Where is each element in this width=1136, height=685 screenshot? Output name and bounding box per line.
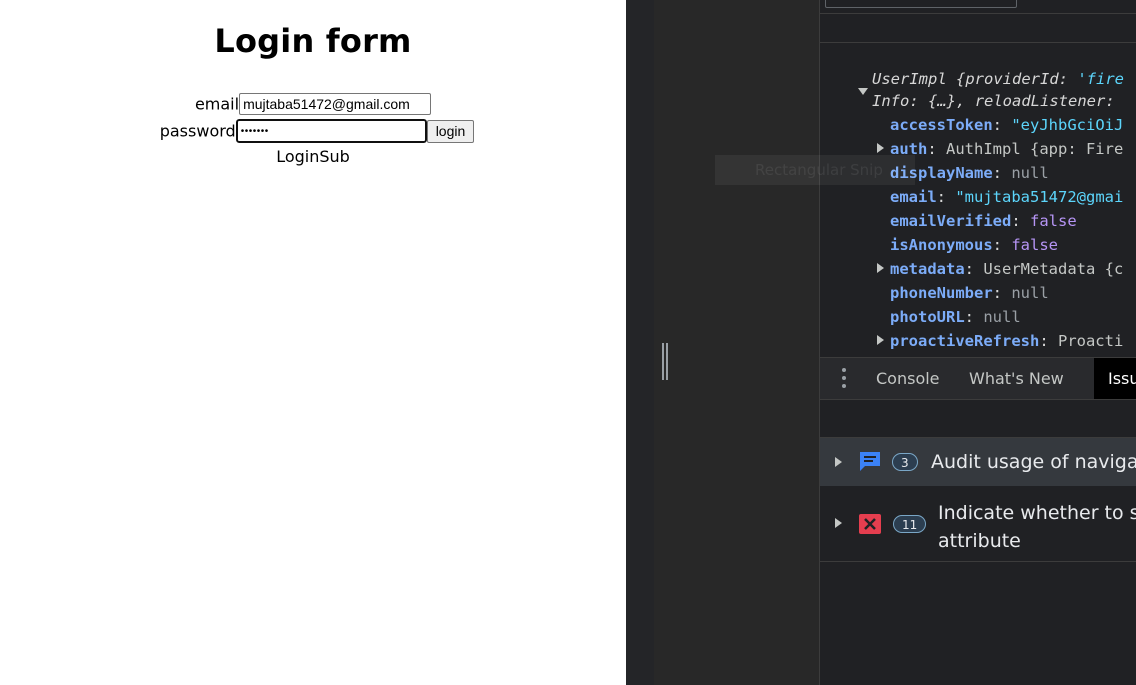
prop-proactive-refresh[interactable]: proactiveRefresh: Proacti <box>890 330 1123 352</box>
info-value: {…}, <box>928 92 966 110</box>
issue-title: Indicate whether to se attribute <box>938 499 1136 555</box>
info-key: Info: <box>872 92 919 110</box>
prop-key: proactiveRefresh <box>890 332 1040 350</box>
prop-value: null <box>983 308 1021 326</box>
snip-tool-overlay: Rectangular Snip <box>715 155 915 185</box>
email-input[interactable] <box>239 93 432 115</box>
prop-key: phoneNumber <box>890 284 993 302</box>
login-sub-text: LoginSub <box>276 147 350 166</box>
email-row: email <box>0 93 626 115</box>
prop-value: false <box>1011 236 1058 254</box>
prop-key: email <box>890 188 937 206</box>
issue-title-line: Indicate whether to se <box>938 502 1136 524</box>
filter-input[interactable] <box>825 0 1017 8</box>
divider <box>820 13 1136 14</box>
expand-triangle-right-icon[interactable] <box>877 263 884 273</box>
prop-metadata[interactable]: metadata: UserMetadata {c <box>890 258 1123 280</box>
prop-key: metadata <box>890 260 965 278</box>
prop-access-token[interactable]: accessToken: "eyJhbGciOiJ <box>890 114 1123 136</box>
email-label: email <box>194 94 240 114</box>
panel-splitter[interactable] <box>654 0 820 685</box>
login-button[interactable]: login <box>426 119 475 143</box>
provider-value: 'fire <box>1077 70 1125 88</box>
expand-triangle-right-icon[interactable] <box>835 457 842 467</box>
page-title: Login form <box>214 22 412 60</box>
issue-row[interactable]: 11 Indicate whether to se attribute <box>820 487 1136 562</box>
devtools-panel: UserImpl {providerId: 'fire Info: {…}, r… <box>626 0 1136 685</box>
prop-value: false <box>1030 212 1077 230</box>
prop-key: emailVerified <box>890 212 1012 230</box>
prop-value: null <box>1011 164 1049 182</box>
issue-title-line: attribute <box>938 530 1021 552</box>
drag-handle-icon[interactable] <box>662 343 668 380</box>
password-row: password login <box>0 118 626 144</box>
prop-value: null <box>1011 284 1049 302</box>
drawer-tab-bar: Console What's New Issu <box>820 357 1136 400</box>
object-class-name: UserImpl <box>872 70 947 88</box>
login-page: Login form email password login LoginSub <box>0 0 626 685</box>
expand-triangle-right-icon[interactable] <box>835 518 842 528</box>
tab-issues[interactable]: Issu <box>1094 358 1136 399</box>
prop-value: "eyJhbGciOiJ <box>1011 116 1124 134</box>
prop-auth[interactable]: auth: AuthImpl {app: Fire <box>890 138 1123 160</box>
object-header[interactable]: UserImpl {providerId: 'fire <box>872 68 1124 90</box>
prop-phone-number[interactable]: phoneNumber: null <box>890 282 1049 304</box>
prop-key: accessToken <box>890 116 993 134</box>
reload-listener-key: reloadListener: <box>974 92 1115 110</box>
tab-console[interactable]: Console <box>876 358 940 399</box>
divider <box>820 42 1136 43</box>
prop-key: isAnonymous <box>890 236 993 254</box>
prop-is-anonymous[interactable]: isAnonymous: false <box>890 234 1058 256</box>
prop-email-verified[interactable]: emailVerified: false <box>890 210 1077 232</box>
password-input[interactable] <box>234 118 428 144</box>
prop-value: AuthImpl {app: Fire <box>946 140 1124 158</box>
error-icon <box>858 513 882 535</box>
devtools-gutter <box>626 0 654 685</box>
issue-count-badge: 11 <box>893 515 927 533</box>
message-icon <box>858 450 882 472</box>
object-info-line: Info: {…}, reloadListener: <box>872 90 1115 112</box>
expand-triangle-down-icon[interactable] <box>858 88 868 95</box>
devtools-main: UserImpl {providerId: 'fire Info: {…}, r… <box>819 0 1136 685</box>
prop-value: "mujtaba51472@gmai <box>955 188 1124 206</box>
issue-title: Audit usage of navigat <box>931 451 1136 473</box>
tab-whats-new[interactable]: What's New <box>969 358 1064 399</box>
provider-key: providerId: <box>965 70 1068 88</box>
password-label: password <box>159 121 236 141</box>
prop-photo-url[interactable]: photoURL: null <box>890 306 1021 328</box>
prop-key: photoURL <box>890 308 965 326</box>
expand-triangle-right-icon[interactable] <box>877 143 884 153</box>
prop-email[interactable]: email: "mujtaba51472@gmai <box>890 186 1123 208</box>
issue-count-badge: 3 <box>892 453 918 471</box>
prop-value: Proacti <box>1057 332 1124 350</box>
prop-value: UserMetadata {c <box>983 260 1124 278</box>
expand-triangle-right-icon[interactable] <box>877 335 884 345</box>
more-options-icon[interactable] <box>842 368 846 390</box>
issue-row[interactable]: 3 Audit usage of navigat <box>820 438 1136 486</box>
